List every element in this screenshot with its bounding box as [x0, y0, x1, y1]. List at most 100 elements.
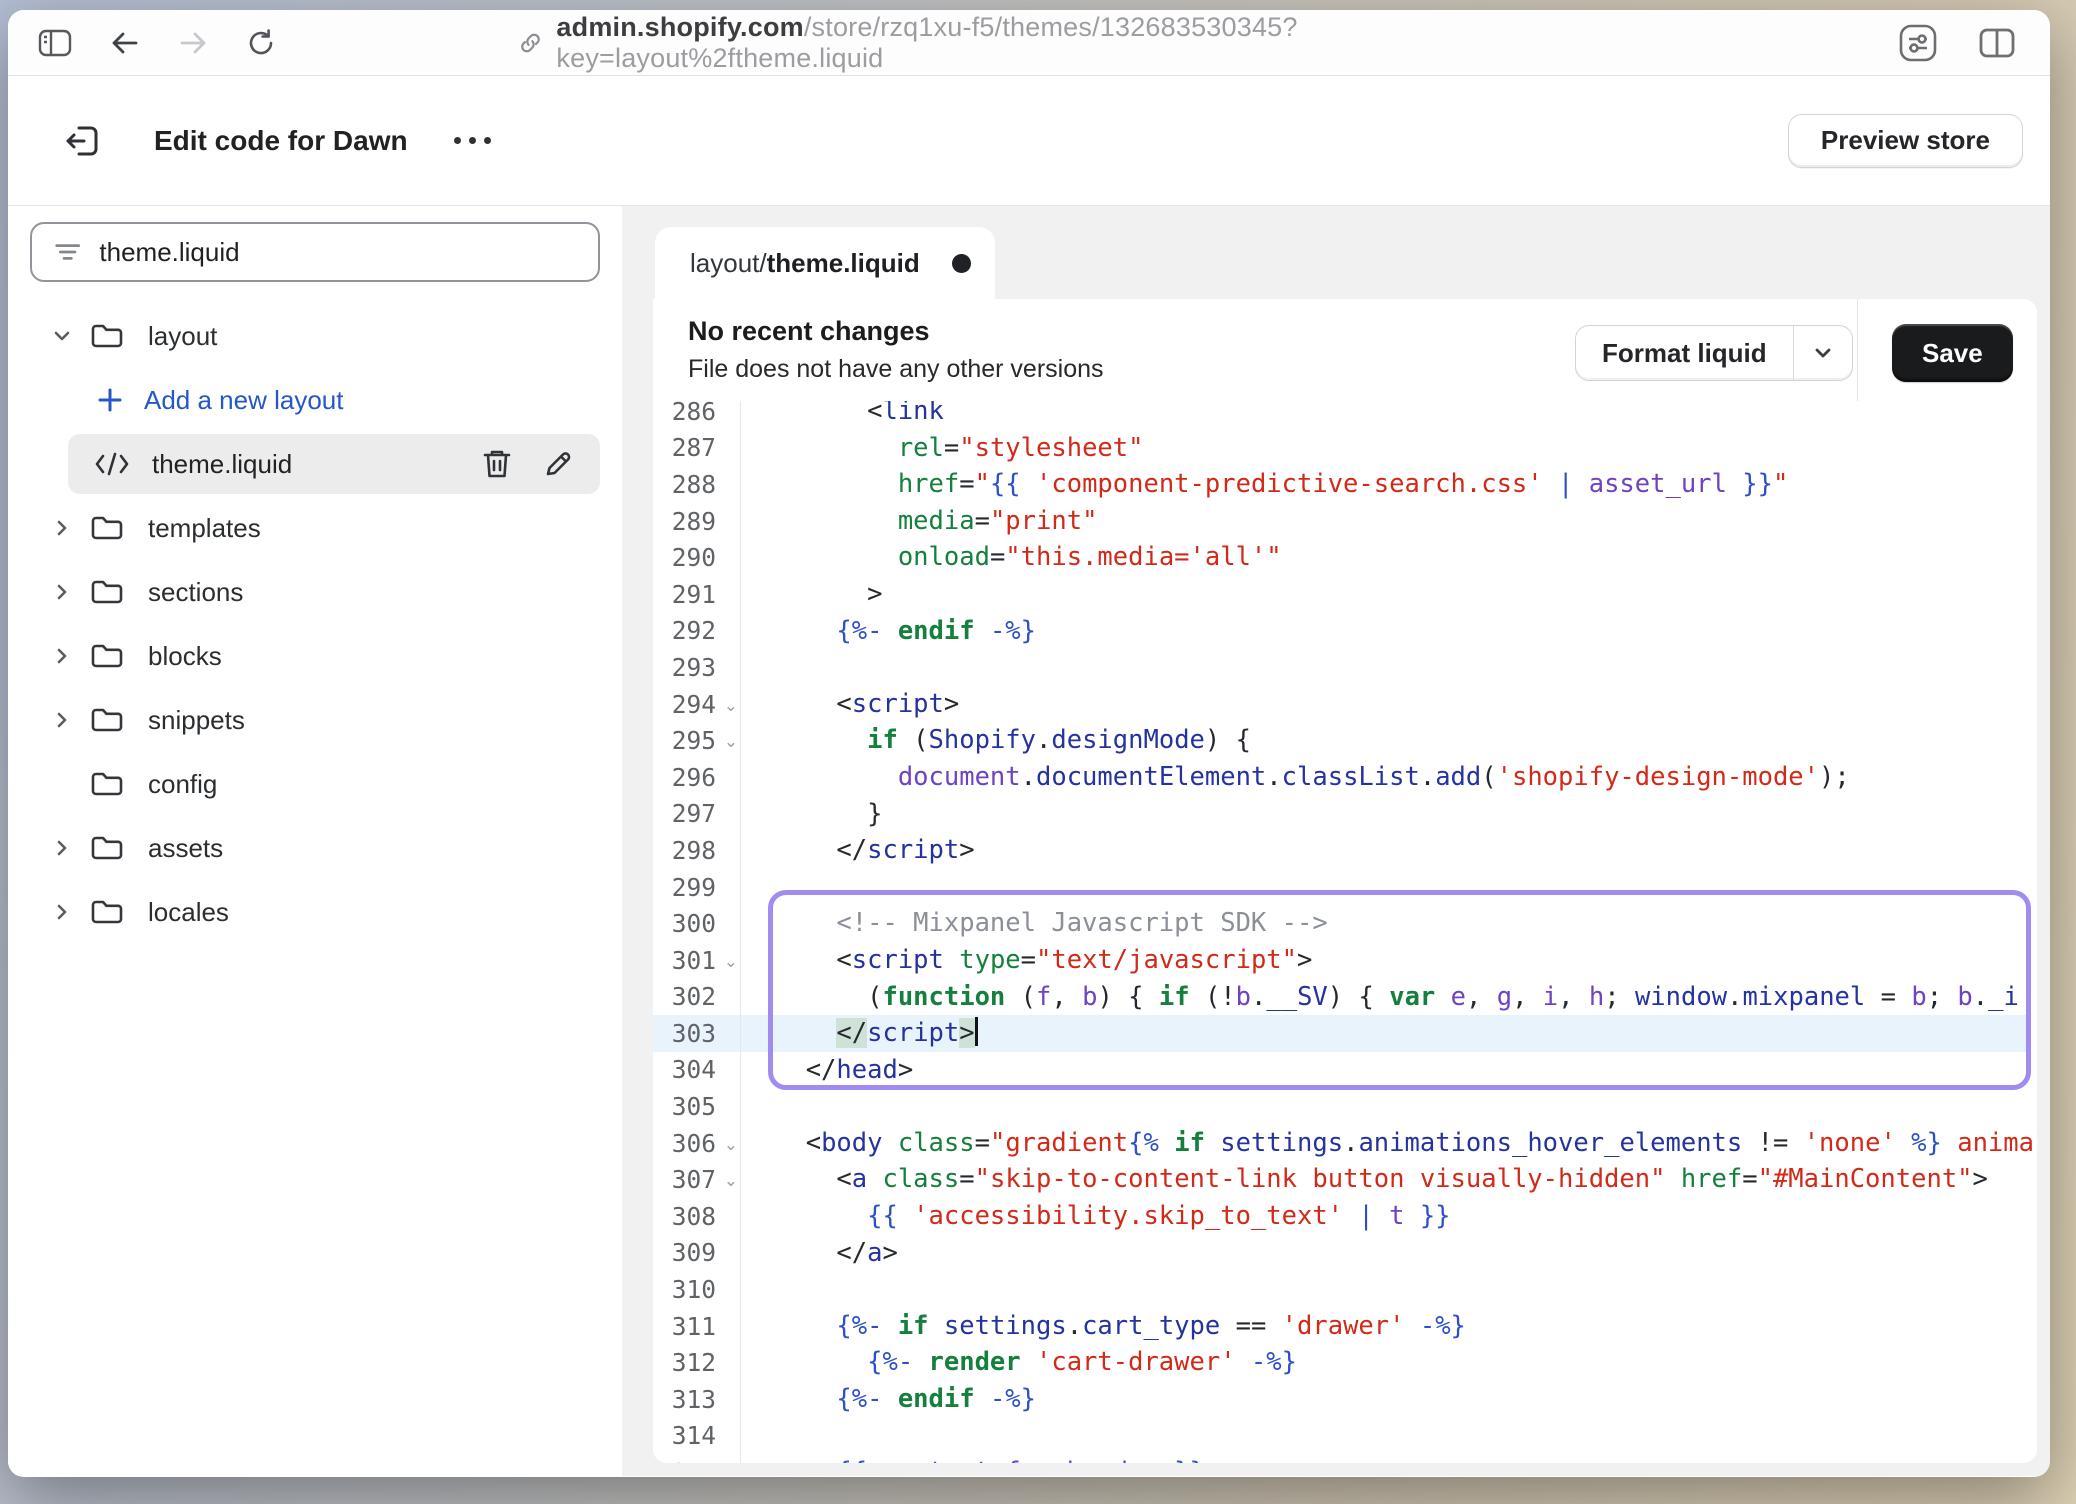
save-button[interactable]: Save — [1892, 324, 2013, 382]
code-line[interactable]: 310 — [653, 1271, 2037, 1308]
sidebar-item-templates[interactable]: templates — [8, 496, 622, 560]
file-search-input[interactable] — [99, 237, 576, 268]
format-liquid-chevron-button[interactable] — [1794, 326, 1852, 380]
chevron-down-icon — [1811, 341, 1835, 365]
code-line[interactable]: 297 } — [653, 796, 2037, 833]
browser-toolbar: admin.shopify.com/store/rzq1xu-f5/themes… — [8, 10, 2050, 76]
code-line[interactable]: 296 document.documentElement.classList.a… — [653, 759, 2037, 796]
fold-chevron-icon[interactable]: ⌄ — [724, 696, 738, 716]
folder-icon — [90, 705, 124, 735]
chevron-right-icon — [50, 709, 74, 731]
fold-chevron-icon[interactable]: ⌄ — [724, 1171, 738, 1191]
file-sidebar: layout Add a new layout theme.liquid — [8, 206, 622, 1476]
line-number: 298 — [653, 836, 740, 865]
line-number: 308 — [653, 1202, 740, 1231]
line-number: 312 — [653, 1348, 740, 1377]
code-line[interactable]: 313 {%- endif -%} — [653, 1381, 2037, 1418]
fold-chevron-icon[interactable]: ⌄ — [724, 1135, 738, 1155]
code-line[interactable]: 305 — [653, 1088, 2037, 1125]
line-number: 286 — [653, 401, 740, 426]
line-number: 295⌄ — [653, 726, 740, 755]
sidebar-item-sections[interactable]: sections — [8, 560, 622, 624]
chevron-right-icon — [50, 645, 74, 667]
code-line[interactable]: 307⌄ <a class="skip-to-content-link butt… — [653, 1161, 2037, 1198]
url-text: admin.shopify.com/store/rzq1xu-f5/themes… — [556, 12, 1539, 74]
code-line[interactable]: 309 </a> — [653, 1235, 2037, 1272]
exit-editor-button[interactable] — [62, 121, 102, 161]
code-line[interactable]: 286 <link — [653, 401, 2037, 430]
editor-card-header: No recent changes File does not have any… — [653, 299, 2037, 401]
sidebar-item-config[interactable]: config — [8, 752, 622, 816]
filter-icon — [54, 240, 81, 264]
trash-icon[interactable] — [482, 448, 512, 480]
line-number: 293 — [653, 653, 740, 682]
sidebar-item-blocks[interactable]: blocks — [8, 624, 622, 688]
chevron-right-icon — [50, 837, 74, 859]
sidebar-toggle-icon[interactable] — [38, 28, 72, 58]
file-search-box[interactable] — [30, 222, 600, 282]
line-number: 301⌄ — [653, 946, 740, 975]
chevron-right-icon — [50, 517, 74, 539]
sidebar-item-assets[interactable]: assets — [8, 816, 622, 880]
line-number: 287 — [653, 433, 740, 462]
sidebar-item-theme-liquid[interactable]: theme.liquid — [68, 434, 600, 494]
code-line[interactable]: 292 {%- endif -%} — [653, 613, 2037, 650]
browser-window: admin.shopify.com/store/rzq1xu-f5/themes… — [8, 10, 2050, 1477]
split-view-icon[interactable] — [1978, 27, 2016, 59]
code-line[interactable]: 306⌄ <body class="gradient{% if settings… — [653, 1125, 2037, 1162]
folder-icon — [90, 577, 124, 607]
code-line[interactable]: 291 > — [653, 576, 2037, 613]
folder-icon — [90, 641, 124, 671]
code-line[interactable]: 293 — [653, 649, 2037, 686]
code-line[interactable]: 290 onload="this.media='all'" — [653, 539, 2037, 576]
code-line[interactable]: 315 {{ content_for_header }} — [653, 1454, 2037, 1463]
unsaved-changes-dot — [952, 254, 971, 273]
overflow-menu-button[interactable] — [454, 137, 491, 144]
code-line[interactable]: 294⌄ <script> — [653, 686, 2037, 723]
pencil-icon[interactable] — [542, 448, 574, 480]
code-editor[interactable]: 286 <link287 rel="stylesheet"288 href="{… — [653, 401, 2037, 1463]
back-icon[interactable] — [110, 30, 140, 56]
code-line[interactable]: 314 — [653, 1418, 2037, 1455]
add-new-layout-button[interactable]: Add a new layout — [8, 368, 622, 432]
url-field[interactable]: admin.shopify.com/store/rzq1xu-f5/themes… — [519, 12, 1540, 74]
code-line[interactable]: 289 media="print" — [653, 503, 2037, 540]
preview-store-button[interactable]: Preview store — [1788, 114, 2023, 168]
chevron-right-icon — [50, 581, 74, 603]
fold-chevron-icon[interactable]: ⌄ — [724, 732, 738, 752]
code-line[interactable]: 303 </script> — [653, 1015, 2037, 1052]
format-liquid-button[interactable]: Format liquid — [1575, 325, 1853, 381]
fold-chevron-icon[interactable]: ⌄ — [724, 952, 738, 972]
code-line[interactable]: 288 href="{{ 'component-predictive-searc… — [653, 466, 2037, 503]
line-number: 296 — [653, 763, 740, 792]
line-number: 310 — [653, 1275, 740, 1304]
code-line[interactable]: 300 <!-- Mixpanel Javascript SDK --> — [653, 905, 2037, 942]
code-line[interactable]: 302 (function (f, b) { if (!b.__SV) { va… — [653, 979, 2037, 1016]
editor-card: No recent changes File does not have any… — [653, 299, 2037, 1463]
code-line[interactable]: 312 {%- render 'cart-drawer' -%} — [653, 1344, 2037, 1381]
code-line[interactable]: 311 {%- if settings.cart_type == 'drawer… — [653, 1308, 2037, 1345]
code-line[interactable]: 308 {{ 'accessibility.skip_to_text' | t … — [653, 1198, 2037, 1235]
forward-icon[interactable] — [178, 30, 208, 56]
tune-icon[interactable] — [1898, 23, 1938, 63]
code-line[interactable]: 287 rel="stylesheet" — [653, 430, 2037, 467]
line-number: 291 — [653, 580, 740, 609]
sidebar-item-locales[interactable]: locales — [8, 880, 622, 944]
line-number: 303 — [653, 1019, 740, 1048]
code-line[interactable]: 299 — [653, 869, 2037, 906]
page-title: Edit code for Dawn — [154, 125, 408, 157]
sidebar-item-snippets[interactable]: snippets — [8, 688, 622, 752]
line-number: 300 — [653, 909, 740, 938]
app-header: Edit code for Dawn Preview store — [8, 76, 2050, 206]
tab-theme-liquid[interactable]: layout/theme.liquid — [655, 227, 995, 299]
plus-icon — [96, 386, 124, 414]
line-number: 306⌄ — [653, 1129, 740, 1158]
folder-icon — [90, 769, 124, 799]
code-line[interactable]: 301⌄ <script type="text/javascript"> — [653, 942, 2037, 979]
code-line[interactable]: 298 </script> — [653, 832, 2037, 869]
code-line[interactable]: 304 </head> — [653, 1052, 2037, 1089]
reload-icon[interactable] — [246, 28, 276, 58]
code-file-icon — [94, 451, 130, 477]
sidebar-item-layout[interactable]: layout — [8, 304, 622, 368]
code-line[interactable]: 295⌄ if (Shopify.designMode) { — [653, 722, 2037, 759]
